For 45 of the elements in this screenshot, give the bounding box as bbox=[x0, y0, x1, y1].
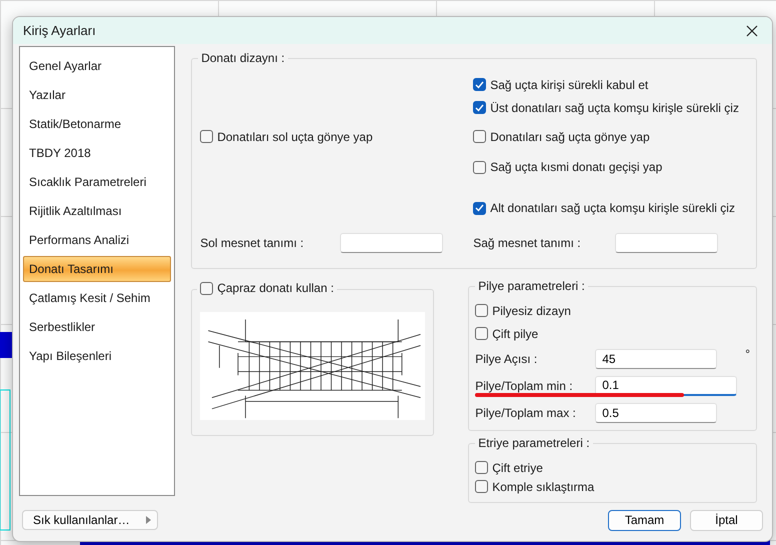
sidebar-item[interactable]: Çatlamış Kesit / Sehim bbox=[23, 285, 172, 312]
window-title: Kiriş Ayarları bbox=[23, 23, 96, 38]
checkbox[interactable]: Çapraz donatı kullan : bbox=[197, 281, 337, 296]
group-title: Pilye parametreleri : bbox=[475, 279, 588, 294]
close-icon bbox=[746, 24, 758, 37]
checkbox[interactable]: Alt donatıları sağ uçta komşu kirişle sürekli çiz bbox=[473, 201, 735, 216]
input-field[interactable]: 0.1 bbox=[595, 376, 738, 396]
checkbox[interactable]: Komple sıklaştırma bbox=[475, 477, 594, 496]
checkbox[interactable]: Çift pilye bbox=[475, 324, 538, 344]
field-label: Pilye/Toplam max : bbox=[475, 406, 577, 420]
sidebar-item[interactable]: Donatı Tasarımı bbox=[23, 256, 172, 282]
checkbox[interactable]: Pilyesiz dizayn bbox=[475, 301, 571, 320]
unit-label: ° bbox=[744, 347, 750, 362]
sidebar-item[interactable]: Sıcaklık Parametreleri bbox=[23, 169, 172, 196]
checkbox[interactable]: Çift etriye bbox=[475, 458, 543, 478]
check-icon bbox=[475, 104, 484, 112]
group-title: Donatı dizaynı : bbox=[198, 51, 288, 66]
sidebar-item[interactable]: Yapı Bileşenleri bbox=[23, 343, 172, 370]
checkbox[interactable]: Donatıları sol uçta gönye yap bbox=[200, 119, 373, 154]
checkbox[interactable]: Sağ uçta kirişi sürekli kabul et bbox=[473, 78, 648, 92]
field-label: Pilye/Toplam min : bbox=[475, 378, 574, 393]
sidebar-item[interactable]: Rijitlik Azaltılması bbox=[23, 198, 172, 224]
check-icon bbox=[475, 80, 484, 89]
sidebar-item[interactable]: Serbestlikler bbox=[23, 314, 172, 340]
group-title: Etriye parametreleri : bbox=[475, 436, 593, 450]
check-icon bbox=[475, 204, 484, 212]
field-label: Sağ mesnet tanımı : bbox=[473, 236, 581, 250]
favorites-button[interactable]: Sık kullanılanlar… bbox=[22, 510, 158, 530]
field-label: Pilye Açısı : bbox=[475, 352, 538, 366]
ok-button[interactable]: Tamam bbox=[608, 510, 681, 531]
checkbox[interactable]: Sağ uçta kısmi donatı geçişi yap bbox=[473, 160, 662, 174]
checkbox[interactable]: Üst donatıları sağ uçta komşu kirişle sürekli çiz bbox=[473, 100, 739, 115]
input-field[interactable] bbox=[615, 233, 718, 254]
cancel-button[interactable]: İptal bbox=[690, 510, 763, 531]
input-field[interactable] bbox=[340, 233, 444, 254]
checkbox[interactable]: Donatıları sağ uçta gönye yap bbox=[473, 130, 650, 144]
field-label: Sol mesnet tanımı : bbox=[200, 236, 304, 250]
input-field[interactable]: 0.5 bbox=[595, 402, 718, 423]
sidebar-item[interactable]: Yazılar bbox=[23, 82, 172, 108]
sidebar-item[interactable]: Genel Ayarlar bbox=[23, 53, 172, 80]
input-field[interactable]: 45 bbox=[595, 348, 718, 369]
sidebar-item[interactable]: Statik/Betonarme bbox=[23, 111, 172, 138]
caret-icon bbox=[146, 516, 151, 524]
sidebar-item[interactable]: Performans Analizi bbox=[23, 227, 172, 254]
sidebar-item[interactable]: TBDY 2018 bbox=[23, 140, 172, 166]
